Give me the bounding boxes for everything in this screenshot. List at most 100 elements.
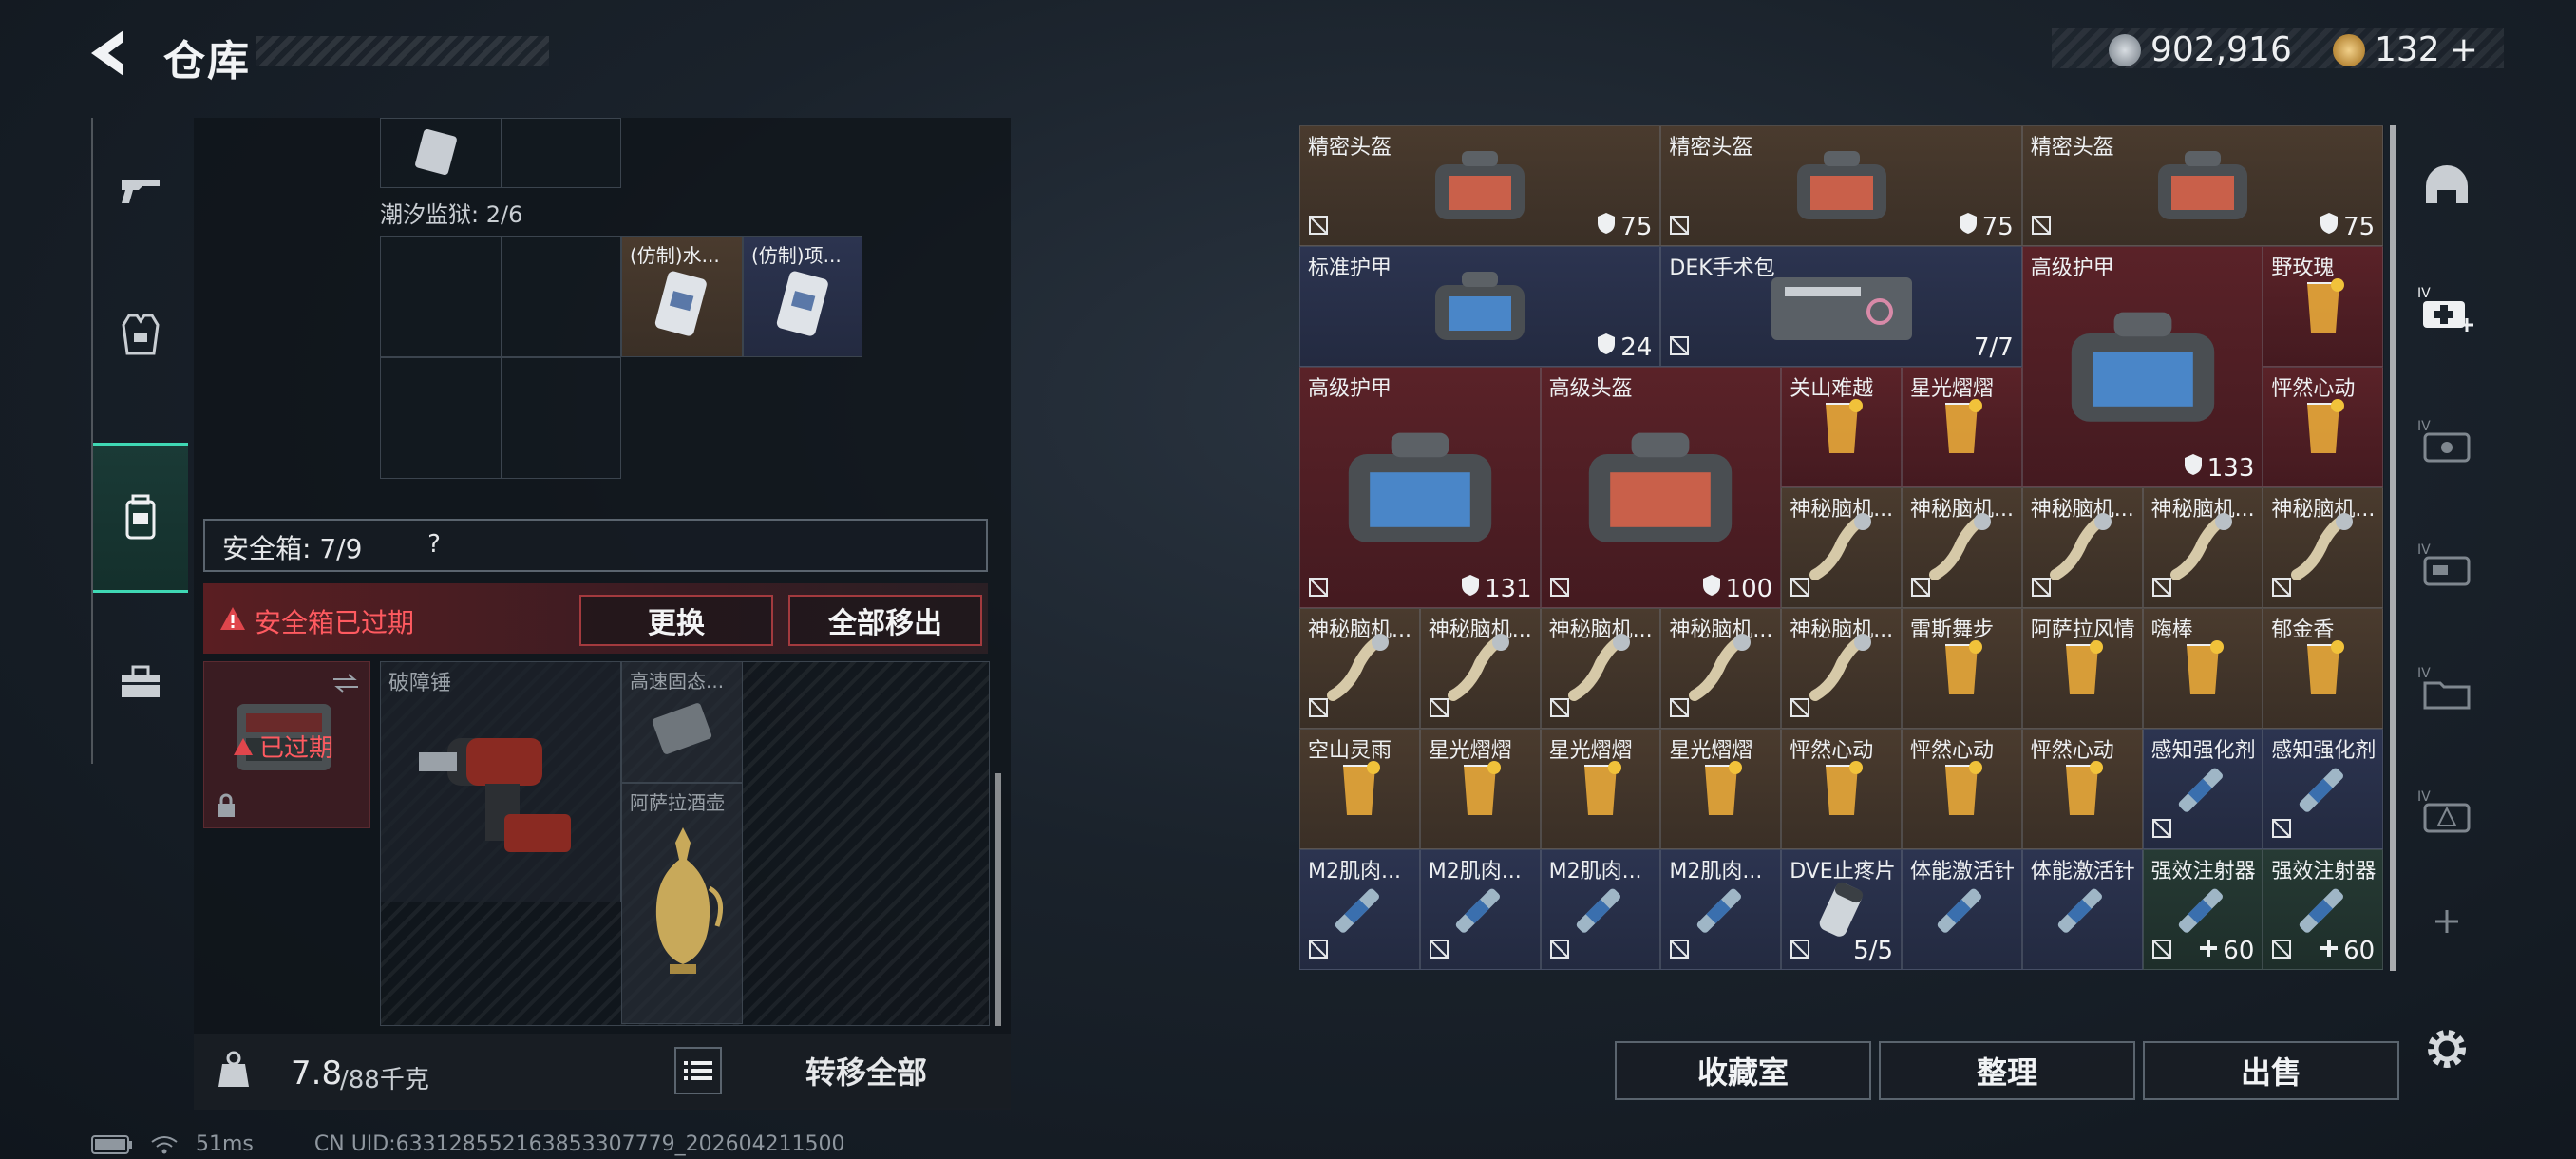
warning-icon — [220, 607, 245, 630]
stash-slot[interactable] — [380, 236, 502, 357]
stash-item[interactable]: 星光熠熠 — [1419, 729, 1541, 849]
item-name: 高速固态... — [630, 670, 725, 693]
safe-box-slot-flask[interactable]: 阿萨拉酒壶 — [621, 783, 743, 1024]
stash-item[interactable]: 神秘脑机... — [1299, 608, 1420, 729]
stash-item[interactable]: 星光熠熠 — [1540, 729, 1661, 849]
add-currency-button[interactable]: + — [2450, 30, 2478, 69]
nav-equipment[interactable] — [93, 262, 188, 407]
back-button[interactable] — [85, 27, 142, 80]
nav-weapons[interactable] — [93, 118, 188, 262]
stash-scrollbar-thumb[interactable] — [2390, 125, 2396, 971]
drink-item-icon — [2179, 636, 2226, 706]
gold-currency[interactable]: 132 + — [2333, 30, 2478, 69]
sell-button[interactable]: 出售 — [2143, 1041, 2399, 1100]
stash-item[interactable]: 高级头盔 100 — [1540, 367, 1782, 608]
stash-item[interactable]: 神秘脑机... — [1660, 608, 1782, 729]
safe-box-slot-hammer[interactable]: 破障锤 — [380, 661, 621, 902]
stash-item[interactable]: 郁金香 — [2263, 608, 2384, 729]
stash-slot[interactable] — [380, 118, 502, 188]
stash-slot[interactable] — [502, 118, 621, 188]
stash-item[interactable]: 怦然心动 — [2021, 729, 2143, 849]
stash-item[interactable]: 感知强化剂 — [2263, 729, 2384, 849]
stash-item[interactable]: 阿萨拉风情 — [2021, 608, 2143, 729]
stash-item[interactable]: 神秘脑机... — [1902, 487, 2022, 608]
drink-item-icon — [1938, 394, 1985, 465]
drink-item-icon — [2300, 636, 2347, 706]
safe-box-slot-ssd[interactable]: 高速固态... — [621, 661, 743, 783]
stash-item[interactable]: 神秘脑机... — [2021, 487, 2143, 608]
stash-slot[interactable] — [380, 357, 502, 479]
transfer-all-button[interactable]: 转移全部 — [737, 1045, 995, 1096]
chip-item-icon — [1923, 510, 1999, 590]
list-view-button[interactable] — [674, 1047, 722, 1094]
stash-item[interactable]: 野玫瑰 — [2263, 246, 2384, 367]
stash-item[interactable]: 体能激活针 — [1902, 849, 2022, 970]
drink-item-icon — [2300, 394, 2347, 465]
stash-item[interactable]: 神秘脑机... — [1419, 608, 1541, 729]
stash-item[interactable]: DVE止疼片 5/5 — [1781, 849, 1902, 970]
nav-helmet[interactable] — [2405, 124, 2489, 247]
stash-item[interactable]: DEK手术包 7/7 — [1660, 246, 2022, 367]
stash-item[interactable]: 精密头盔 75 — [1299, 125, 1661, 246]
stash-item[interactable]: M2肌肉... — [1299, 849, 1420, 970]
stash-item[interactable]: 高级护甲 133 — [2021, 246, 2263, 487]
add-category-button[interactable] — [2405, 893, 2489, 950]
stash-item[interactable]: 感知强化剂 — [2142, 729, 2263, 849]
stash-item[interactable]: 神秘脑机... — [1781, 487, 1902, 608]
stash-item[interactable]: M2肌肉... — [1540, 849, 1661, 970]
help-button[interactable]: ? — [420, 530, 448, 559]
stash-item[interactable]: 神秘脑机... — [1540, 608, 1661, 729]
move-all-out-button[interactable]: 全部移出 — [788, 595, 982, 646]
svg-text:IV: IV — [2417, 789, 2431, 805]
replica-document-icon — [654, 271, 707, 336]
stash-item[interactable]: 体能激活针 — [2021, 849, 2143, 970]
stash-item[interactable]: M2肌肉... — [1660, 849, 1782, 970]
stash-slot[interactable] — [502, 236, 621, 357]
battery-icon — [91, 1134, 132, 1154]
replica-item-slot[interactable]: (仿制)水... — [621, 236, 743, 357]
gold-amount: 132 — [2375, 30, 2440, 69]
nav-toolkit[interactable] — [93, 610, 188, 754]
silver-currency: 902,916 — [2109, 30, 2292, 69]
stash-item[interactable]: 神秘脑机... — [1781, 608, 1902, 729]
safe-box-item[interactable]: 已过期 — [203, 661, 370, 828]
stash-item[interactable]: 精密头盔 75 — [2021, 125, 2384, 246]
stash-item[interactable]: 神秘脑机... — [2142, 487, 2263, 608]
hazard-box-icon: IV — [2417, 789, 2471, 833]
item-name: 精密头盔 — [1669, 136, 1753, 160]
nav-medical[interactable]: IV — [2405, 247, 2489, 370]
nav-category-3[interactable]: IV — [2405, 380, 2489, 504]
organize-button[interactable]: 整理 — [1879, 1041, 2135, 1100]
stash-item[interactable]: M2肌肉... — [1419, 849, 1541, 970]
replace-button[interactable]: 更换 — [579, 595, 773, 646]
left-scrollbar[interactable] — [995, 773, 1001, 1026]
item-name: 精密头盔 — [2030, 136, 2114, 160]
stash-item[interactable]: 嗨棒 — [2142, 608, 2263, 729]
stash-item[interactable]: 星光熠熠 — [1660, 729, 1782, 849]
plus-icon — [2435, 910, 2458, 933]
stash-slot[interactable] — [502, 357, 621, 479]
nav-category-6[interactable]: IV — [2405, 750, 2489, 874]
nav-backpack[interactable] — [93, 443, 188, 593]
stash-item[interactable]: 雷斯舞步 — [1902, 608, 2022, 729]
badge-value: 7/7 — [1973, 333, 2014, 362]
stash-item[interactable]: 强效注射器 60 — [2263, 849, 2384, 970]
stash-item[interactable]: 怦然心动 — [1902, 729, 2022, 849]
no-trade-icon — [2151, 939, 2172, 963]
stash-item[interactable]: 星光熠熠 — [1902, 367, 2022, 487]
stash-item[interactable]: 关山难越 — [1781, 367, 1902, 487]
stash-item[interactable]: 高级护甲 131 — [1299, 367, 1541, 608]
no-trade-icon — [1308, 577, 1329, 601]
stash-item[interactable]: 标准护甲 24 — [1299, 246, 1661, 367]
stash-item[interactable]: 强效注射器 60 — [2142, 849, 2263, 970]
nav-category-5[interactable]: IV — [2405, 627, 2489, 750]
stash-item[interactable]: 空山灵雨 — [1299, 729, 1420, 849]
stash-item[interactable]: 怦然心动 — [2263, 367, 2384, 487]
nav-category-4[interactable]: IV — [2405, 504, 2489, 627]
stash-item[interactable]: 怦然心动 — [1781, 729, 1902, 849]
collection-room-button[interactable]: 收藏室 — [1615, 1041, 1871, 1100]
stash-item[interactable]: 精密头盔 75 — [1660, 125, 2022, 246]
stash-item[interactable]: 神秘脑机... — [2263, 487, 2384, 608]
replica-item-slot[interactable]: (仿制)项... — [743, 236, 862, 357]
settings-button[interactable] — [2420, 1022, 2473, 1075]
